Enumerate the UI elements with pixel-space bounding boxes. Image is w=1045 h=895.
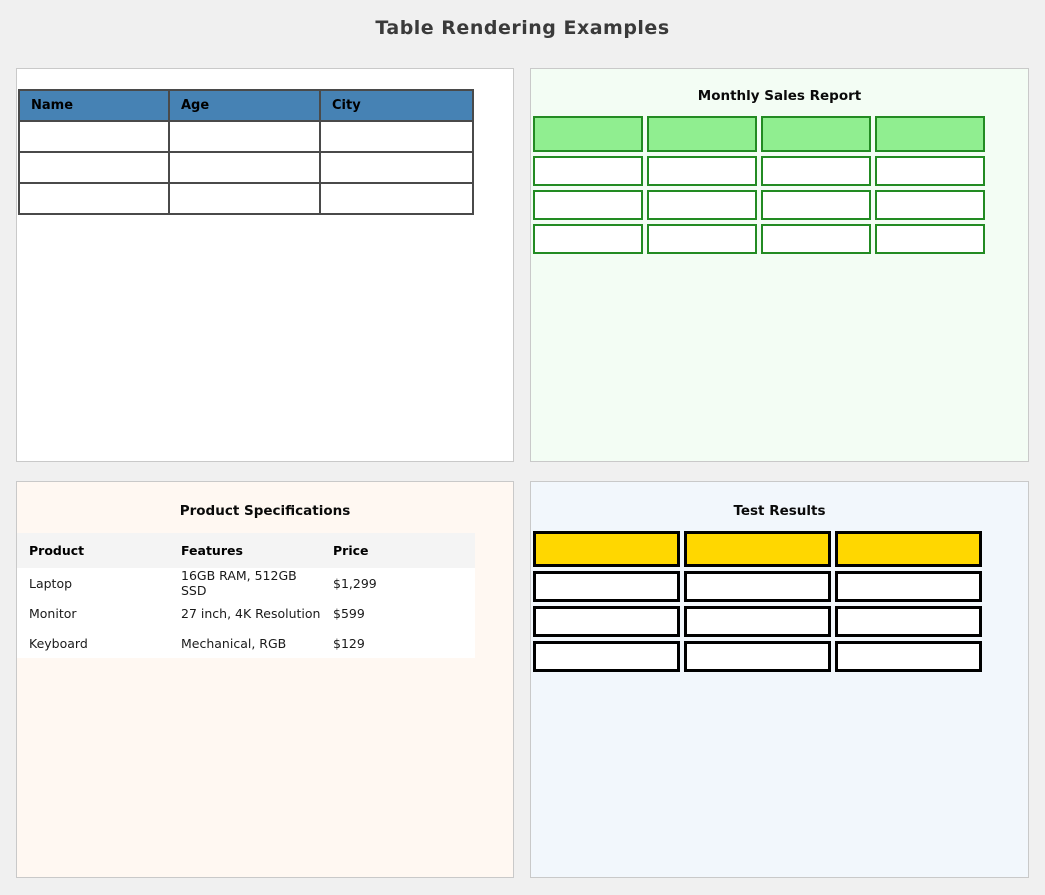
table-row <box>533 156 985 186</box>
sales-empty-cell <box>875 156 985 186</box>
sales-header-cell <box>533 116 643 152</box>
product-specs-panel: Product Specifications ProductFeaturesPr… <box>16 481 514 878</box>
tests-header-cell <box>533 531 680 567</box>
table-row <box>19 152 473 183</box>
product-header-cell: Features <box>169 533 321 568</box>
product-cell: 16GB RAM, 512GB SSD <box>169 568 321 598</box>
sales-header-cell <box>647 116 757 152</box>
table-row <box>533 641 982 672</box>
table-row <box>19 121 473 152</box>
table-row <box>533 571 982 602</box>
table-header-row: NameAgeCity <box>19 90 473 121</box>
basic-empty-cell <box>19 152 169 183</box>
product-cell: $1,299 <box>321 568 475 598</box>
product-header-cell: Product <box>17 533 169 568</box>
tests-header-cell <box>835 531 982 567</box>
tests-empty-cell <box>684 606 831 637</box>
table-row <box>533 190 985 220</box>
table-header-row: ProductFeaturesPrice <box>17 533 475 568</box>
basic-header-cell: Age <box>169 90 320 121</box>
tests-empty-cell <box>835 606 982 637</box>
tests-empty-cell <box>835 641 982 672</box>
sales-empty-cell <box>761 190 871 220</box>
test-results-title: Test Results <box>531 482 1028 519</box>
product-cell: Laptop <box>17 568 169 598</box>
table-row: Laptop16GB RAM, 512GB SSD$1,299 <box>17 568 475 598</box>
sales-empty-cell <box>533 224 643 254</box>
sales-empty-cell <box>533 190 643 220</box>
table-header-row <box>533 531 982 567</box>
table-row: Monitor27 inch, 4K Resolution$599 <box>17 598 475 628</box>
product-cell: Mechanical, RGB <box>169 628 321 658</box>
products-table: ProductFeaturesPrice Laptop16GB RAM, 512… <box>17 533 475 658</box>
table-row: KeyboardMechanical, RGB$129 <box>17 628 475 658</box>
product-header-cell: Price <box>321 533 475 568</box>
basic-empty-cell <box>169 152 320 183</box>
basic-empty-cell <box>320 121 473 152</box>
product-cell: $129 <box>321 628 475 658</box>
tests-table <box>530 527 986 676</box>
sales-empty-cell <box>875 224 985 254</box>
product-specs-title: Product Specifications <box>17 482 513 519</box>
basic-empty-cell <box>169 121 320 152</box>
product-cell: Keyboard <box>17 628 169 658</box>
table-row <box>533 224 985 254</box>
sales-table-body <box>533 156 985 254</box>
basic-empty-cell <box>320 183 473 214</box>
product-cell: 27 inch, 4K Resolution <box>169 598 321 628</box>
sales-empty-cell <box>761 224 871 254</box>
basic-empty-cell <box>19 183 169 214</box>
test-results-panel: Test Results <box>530 481 1029 878</box>
tests-empty-cell <box>684 641 831 672</box>
sales-empty-cell <box>647 224 757 254</box>
basic-table: NameAgeCity <box>18 89 474 215</box>
basic-table-panel: NameAgeCity <box>16 68 514 462</box>
products-table-body: Laptop16GB RAM, 512GB SSD$1,299Monitor27… <box>17 568 475 658</box>
table-row <box>533 606 982 637</box>
basic-empty-cell <box>169 183 320 214</box>
basic-header-cell: City <box>320 90 473 121</box>
sales-report-panel: Monthly Sales Report <box>530 68 1029 462</box>
sales-header-cell <box>761 116 871 152</box>
basic-table-body <box>19 121 473 214</box>
product-cell: $599 <box>321 598 475 628</box>
sales-empty-cell <box>647 156 757 186</box>
basic-header-cell: Name <box>19 90 169 121</box>
table-header-row <box>533 116 985 152</box>
panel-grid: NameAgeCity Monthly Sales Report Product… <box>16 68 1029 878</box>
tests-empty-cell <box>835 571 982 602</box>
tests-empty-cell <box>533 571 680 602</box>
sales-header-cell <box>875 116 985 152</box>
tests-empty-cell <box>533 641 680 672</box>
sales-empty-cell <box>533 156 643 186</box>
basic-empty-cell <box>19 121 169 152</box>
sales-empty-cell <box>761 156 871 186</box>
tests-table-body <box>533 571 982 672</box>
tests-header-cell <box>684 531 831 567</box>
basic-empty-cell <box>320 152 473 183</box>
sales-empty-cell <box>875 190 985 220</box>
tests-empty-cell <box>684 571 831 602</box>
page-title: Table Rendering Examples <box>0 0 1045 39</box>
sales-table <box>530 112 989 258</box>
table-row <box>19 183 473 214</box>
sales-empty-cell <box>647 190 757 220</box>
product-cell: Monitor <box>17 598 169 628</box>
tests-empty-cell <box>533 606 680 637</box>
sales-report-title: Monthly Sales Report <box>531 69 1028 104</box>
